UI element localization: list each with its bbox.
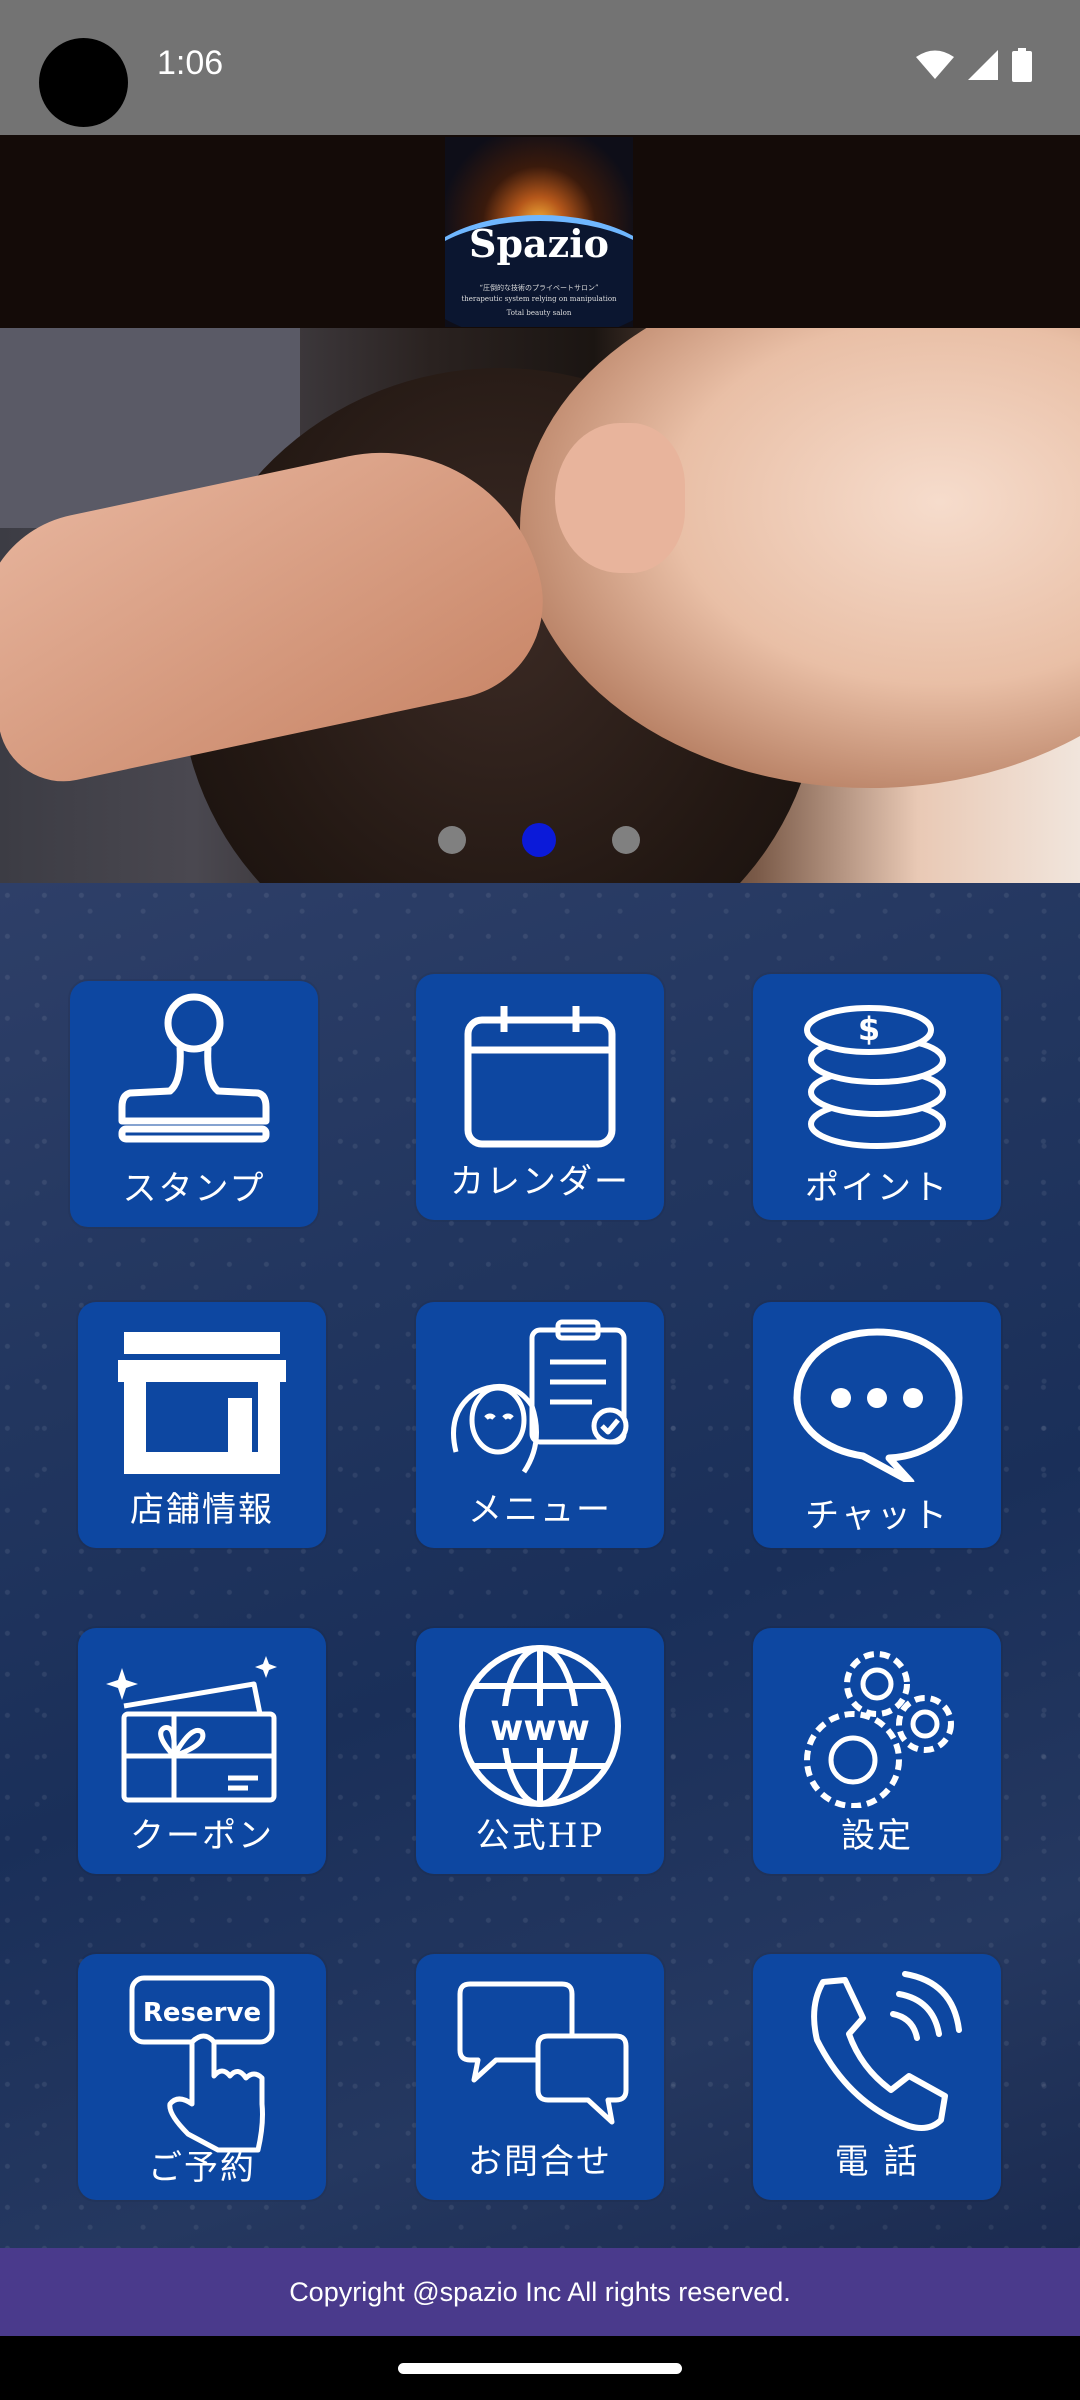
status-time: 1:06 <box>157 44 224 82</box>
wifi-icon <box>916 50 954 79</box>
calendar-icon <box>464 1006 616 1148</box>
tile-label: お問合せ <box>468 2142 612 2182</box>
carousel-dot-1[interactable] <box>438 826 466 854</box>
tile-label: 設定 <box>841 1816 913 1856</box>
tile-phone[interactable]: 電 話 <box>753 1954 1001 2200</box>
status-bar: 1:06 <box>0 0 1080 135</box>
logo-name: Spazio <box>469 221 609 266</box>
gears-icon <box>804 1651 954 1808</box>
hero-carousel[interactable] <box>0 328 1080 883</box>
home-gesture-bar[interactable] <box>398 2363 682 2374</box>
gift-card-icon <box>106 1656 277 1803</box>
chat-bubble-icon <box>793 1328 963 1482</box>
reserve-badge-text: Reserve <box>143 1998 261 2028</box>
menu-clipboard-icon <box>451 1319 629 1474</box>
logo-tagline: “圧倒的な技術のプライベートサロン” <box>479 284 599 292</box>
tile-menu[interactable]: メニュー <box>416 1302 664 1548</box>
spazio-logo: Spazio “圧倒的な技術のプライベートサロン” therapeutic sy… <box>445 137 633 327</box>
tile-label: メニュー <box>468 1490 612 1530</box>
tile-label: チャット <box>805 1496 949 1536</box>
logo-tagline-sub: Total beauty salon <box>506 309 572 317</box>
svg-text:www: www <box>490 1708 590 1749</box>
footer-copyright: Copyright @spazio Inc All rights reserve… <box>0 2248 1080 2336</box>
tile-coupon[interactable]: クーポン <box>78 1628 326 1874</box>
camera-cutout <box>39 38 128 127</box>
stamp-icon <box>118 993 270 1143</box>
tile-calendar[interactable]: カレンダー <box>416 974 664 1220</box>
tile-label: クーポン <box>130 1816 274 1856</box>
tile-label: 電 話 <box>834 2142 920 2182</box>
reserve-hand-icon: Reserve <box>129 1975 275 2153</box>
speech-bubbles-icon <box>457 1981 629 2125</box>
tile-reservation[interactable]: Reserve ご予約 <box>78 1954 326 2200</box>
tile-chat[interactable]: チャット <box>753 1302 1001 1548</box>
tile-label: カレンダー <box>450 1162 630 1202</box>
tile-stamp[interactable]: スタンプ <box>70 981 318 1227</box>
battery-icon <box>1012 48 1032 82</box>
tile-label: 公式HP <box>475 1816 605 1856</box>
logo-tagline-en: therapeutic system relying on manipulati… <box>461 295 617 303</box>
svg-text:$: $ <box>858 1010 880 1048</box>
tile-label: ポイント <box>805 1168 949 1208</box>
coins-icon: $ <box>804 1005 946 1149</box>
phone-icon <box>811 1971 962 2131</box>
signal-icon <box>968 50 998 80</box>
tile-inquiry[interactable]: お問合せ <box>416 1954 664 2200</box>
store-icon <box>118 1332 286 1474</box>
globe-www-icon: www <box>459 1645 621 1807</box>
tile-store-info[interactable]: 店舗情報 <box>78 1302 326 1548</box>
status-icons <box>916 48 1032 82</box>
carousel-dot-2[interactable] <box>522 823 556 857</box>
tile-official-hp[interactable]: www 公式HP <box>416 1628 664 1874</box>
tile-point[interactable]: $ ポイント <box>753 974 1001 1220</box>
tile-label: スタンプ <box>122 1169 266 1209</box>
tile-settings[interactable]: 設定 <box>753 1628 1001 1874</box>
tile-label: 店舗情報 <box>130 1490 274 1530</box>
carousel-dot-3[interactable] <box>612 826 640 854</box>
tile-label: ご予約 <box>148 2148 256 2188</box>
